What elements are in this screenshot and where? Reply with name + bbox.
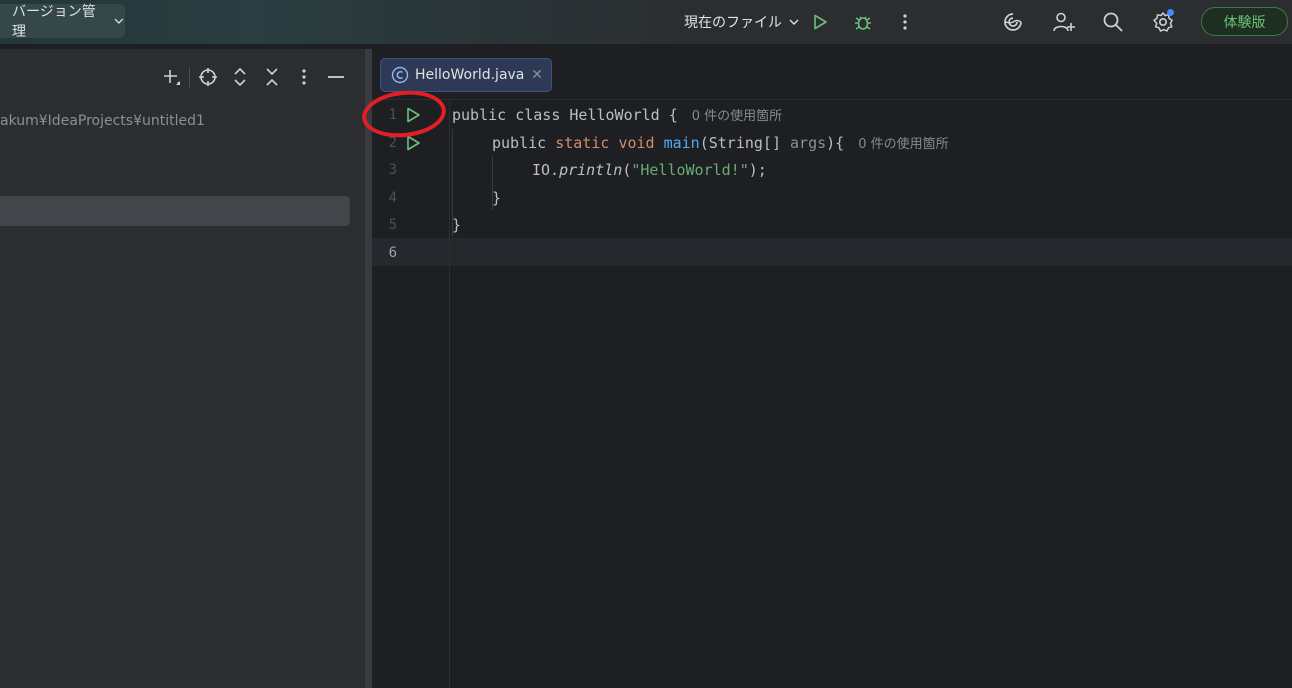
brace: { — [668, 106, 678, 124]
code-line-5[interactable]: } — [452, 211, 461, 239]
debug-icon — [855, 16, 871, 30]
run-configuration-label: 現在のファイル — [684, 15, 782, 31]
object-ref: IO. — [532, 161, 560, 179]
editor-tab-helloworld[interactable]: HelloWorld.java ✕ — [380, 58, 552, 92]
code-line-3[interactable]: IO.println("HelloWorld!"); — [532, 156, 767, 184]
close-icon[interactable]: ✕ — [531, 67, 543, 83]
keyword: class — [515, 106, 561, 124]
usage-hint[interactable]: 0 件の使用箇所 — [858, 137, 948, 152]
usage-hint[interactable]: 0 件の使用箇所 — [692, 109, 782, 124]
ai-assistant-button[interactable] — [999, 8, 1027, 36]
keyword: public — [492, 134, 547, 152]
project-tool-window: akum¥IdeaProjects¥untitled1 — [0, 49, 365, 688]
signature-tail: ){ — [826, 134, 845, 152]
gutter-divider — [449, 99, 450, 688]
project-path[interactable]: akum¥IdeaProjects¥untitled1 — [0, 113, 205, 129]
collapse-all-button[interactable] — [256, 65, 288, 89]
more-actions-button[interactable] — [891, 8, 919, 36]
toolbar-separator — [189, 67, 190, 87]
current-line-highlight — [372, 238, 1292, 266]
paren: ); — [748, 161, 767, 179]
title-bar: バージョン管理 現在のファイル 体験版 — [0, 0, 1292, 45]
project-tree-selected-row[interactable] — [0, 196, 350, 226]
project-toolbar — [155, 65, 352, 89]
parameter: args — [790, 134, 827, 152]
more-icon — [903, 14, 907, 30]
vcs-widget[interactable]: バージョン管理 — [0, 4, 125, 40]
run-icon — [814, 14, 827, 30]
code-line-2[interactable]: public static void main(String[] args){ 0… — [492, 129, 949, 157]
chevron-down-icon — [789, 19, 799, 25]
editor-area: HelloWorld.java ✕ 1 2 3 4 5 6 public cla… — [372, 49, 1292, 688]
string-literal: "HelloWorld!" — [631, 161, 749, 179]
panel-splitter[interactable] — [365, 49, 372, 688]
debug-button[interactable] — [849, 8, 877, 36]
vcs-label: バージョン管理 — [12, 4, 96, 40]
line-number[interactable]: 3 — [372, 156, 397, 184]
line-number-active[interactable]: 6 — [372, 239, 397, 267]
locate-icon — [199, 68, 217, 86]
keyword: public — [452, 106, 507, 124]
method-call: println — [559, 161, 623, 179]
locate-file-button[interactable] — [192, 65, 224, 89]
hide-icon — [328, 76, 344, 78]
code-line-4[interactable]: } — [492, 184, 501, 212]
keyword: void — [618, 134, 655, 152]
line-number[interactable]: 4 — [372, 184, 397, 212]
keyword: static — [555, 134, 610, 152]
signature: (String[] — [699, 134, 791, 152]
new-file-button[interactable] — [155, 65, 187, 89]
trial-button[interactable]: 体験版 — [1201, 7, 1288, 36]
options-button[interactable] — [288, 65, 320, 89]
class-icon — [391, 66, 409, 84]
hide-panel-button[interactable] — [320, 65, 352, 89]
chevron-down-icon — [114, 18, 124, 24]
editor-tab-label: HelloWorld.java — [415, 67, 525, 83]
expand-all-icon — [234, 67, 246, 87]
line-number[interactable]: 5 — [372, 211, 397, 239]
options-icon — [302, 69, 306, 85]
run-button[interactable] — [806, 8, 834, 36]
paren: ( — [622, 161, 632, 179]
add-user-button[interactable] — [1050, 8, 1078, 36]
method-name: main — [663, 134, 700, 152]
editor-tab-bar: HelloWorld.java ✕ — [372, 49, 1292, 100]
collapse-all-icon — [266, 68, 278, 86]
code-line-1[interactable]: public class HelloWorld {0 件の使用箇所 — [452, 101, 782, 129]
expand-all-button[interactable] — [224, 65, 256, 89]
ai-assistant-icon — [1004, 13, 1022, 31]
add-user-icon — [1053, 12, 1075, 32]
search-button[interactable] — [1099, 8, 1127, 36]
new-file-icon — [164, 70, 180, 85]
search-icon — [1103, 12, 1123, 32]
class-name: HelloWorld — [569, 106, 660, 124]
notification-badge — [1167, 9, 1174, 16]
run-configuration-selector[interactable]: 現在のファイル — [684, 10, 800, 34]
